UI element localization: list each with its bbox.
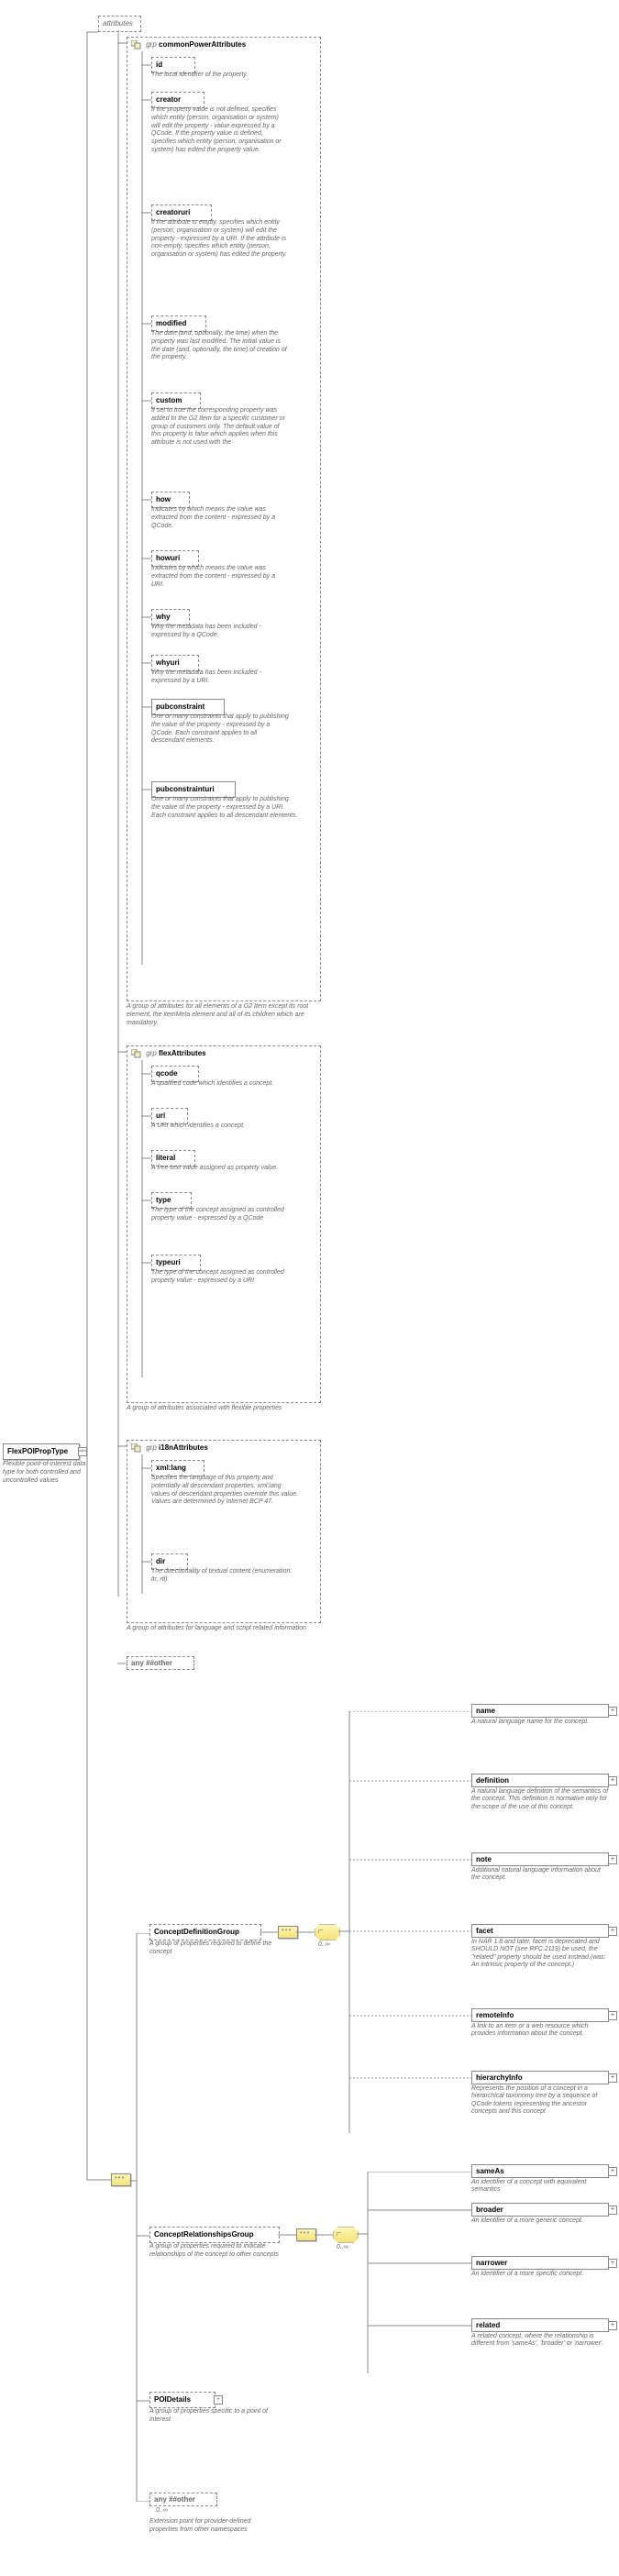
el-POIDetails: POIDetails +: [149, 2392, 216, 2408]
choice-icon: [315, 1924, 340, 1940]
grp-common-title: commonPowerAttributes: [159, 40, 246, 49]
any-other-attr: any ##other: [127, 1656, 194, 1670]
expand-icon[interactable]: +: [608, 1707, 617, 1716]
expand-icon[interactable]: +: [214, 2395, 223, 2405]
mult-label: 0..∞: [318, 1941, 330, 1948]
mult-label: 0..∞: [337, 2244, 348, 2250]
expand-icon[interactable]: +: [608, 1927, 617, 1936]
mult-label: 0..∞: [156, 2507, 168, 2514]
expand-icon[interactable]: +: [608, 2321, 617, 2330]
group-flexAttributes: grp flexAttributes: [127, 1045, 321, 1403]
expand-icon[interactable]: +: [608, 2073, 617, 2083]
el-note: note+Additional natural language informa…: [471, 1852, 609, 1883]
el-remoteInfo: remoteInfo+A link to an item or a web re…: [471, 2008, 609, 2039]
el-broader: broader+An identifier of a more generic …: [471, 2203, 609, 2225]
group-conceptDefinition: ConceptDefinitionGroup: [149, 1924, 261, 1940]
root-name: FlexPOIPropType: [7, 1447, 68, 1455]
root-desc: Flexible point-of-interest data type for…: [3, 1461, 87, 1485]
el-definition: definition+A natural language definition…: [471, 1774, 609, 1811]
expand-icon[interactable]: +: [608, 1855, 617, 1864]
expand-icon[interactable]: +: [608, 2259, 617, 2268]
sequence-icon: [111, 2173, 131, 2186]
sequence-icon: [296, 2228, 316, 2241]
expand-icon[interactable]: +: [608, 2011, 617, 2020]
choice-icon: [333, 2227, 359, 2243]
root-type: FlexPOIPropType +: [3, 1443, 80, 1460]
el-facet: facet+In NAR 1.8 and later, facet is dep…: [471, 1924, 609, 1970]
expand-icon[interactable]: +: [608, 2167, 617, 2176]
grp-flex-foot: A group of attributes associated with fl…: [127, 1405, 319, 1413]
expand-icon[interactable]: +: [78, 1447, 87, 1456]
expand-icon[interactable]: +: [608, 2206, 617, 2215]
grp-i18n-title: i18nAttributes: [159, 1443, 208, 1452]
el-narrower: narrower+An identifier of a more specifi…: [471, 2256, 609, 2278]
el-sameAs: sameAs+An identifier of a concept with e…: [471, 2164, 609, 2195]
el-name: name+A natural language name for the con…: [471, 1704, 609, 1726]
grp-common-foot: A group of attributes for all elements o…: [127, 1003, 319, 1027]
el-related: related+A related concept, where the rel…: [471, 2318, 609, 2349]
expand-icon[interactable]: +: [608, 1776, 617, 1786]
attributes-label: attributes: [98, 16, 141, 32]
group-conceptRelationships: ConceptRelationshipsGroup: [149, 2227, 280, 2243]
grp-i18n-foot: A group of attributes for language and s…: [127, 1625, 319, 1633]
grp-flex-title: flexAttributes: [159, 1049, 206, 1057]
sequence-icon: [278, 1926, 298, 1939]
el-hierarchyInfo: hierarchyInfo+Represents the position of…: [471, 2071, 609, 2117]
any-other-element: any ##other: [149, 2493, 217, 2506]
